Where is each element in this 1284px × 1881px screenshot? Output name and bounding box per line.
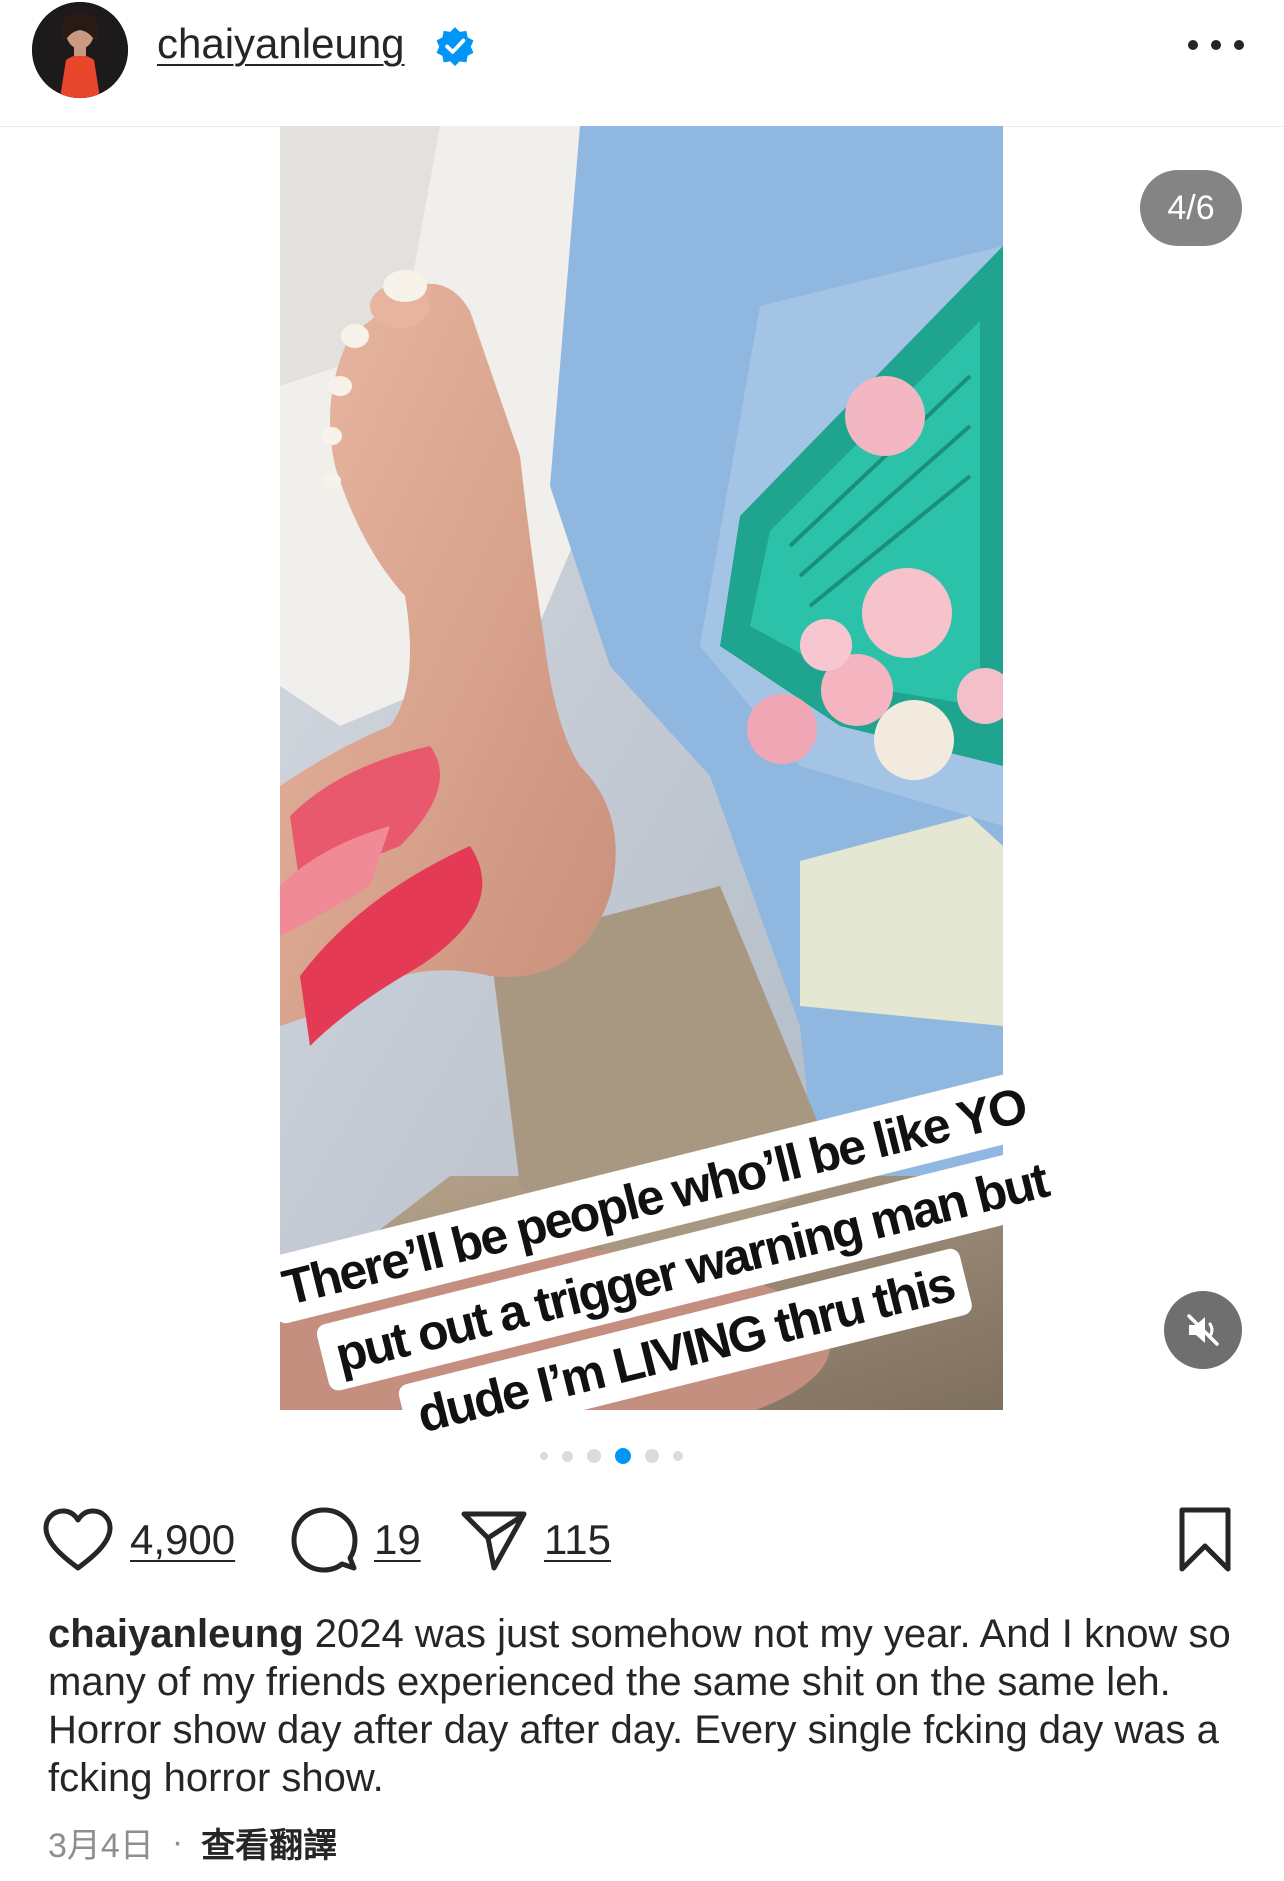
post-meta: 3月4日 · 查看翻譯: [48, 1818, 337, 1867]
more-options-button[interactable]: [1188, 30, 1244, 60]
speaker-muted-icon: [1187, 1314, 1219, 1346]
comment-button[interactable]: 19: [290, 1500, 421, 1580]
save-button[interactable]: [1176, 1500, 1234, 1580]
post-date: 3月4日: [48, 1827, 154, 1865]
carousel-dot[interactable]: [562, 1450, 573, 1462]
carousel-dot[interactable]: [673, 1451, 683, 1461]
post-author-username[interactable]: chaiyanleung: [157, 20, 405, 68]
bookmark-icon: [1179, 1507, 1231, 1572]
comment-count[interactable]: 19: [374, 1516, 421, 1564]
like-count[interactable]: 4,900: [130, 1516, 235, 1564]
more-horizontal-icon: [1188, 40, 1198, 50]
carousel-dot[interactable]: [540, 1452, 548, 1460]
carousel-counter: 4/6: [1140, 170, 1242, 246]
mute-button[interactable]: [1164, 1291, 1242, 1369]
carousel-dot[interactable]: [587, 1449, 601, 1463]
avatar[interactable]: [32, 2, 128, 98]
post-actions-bar: 4,900 19 115: [0, 1500, 1284, 1580]
carousel-dot[interactable]: [645, 1449, 659, 1463]
post-caption: chaiyanleung 2024 was just somehow not m…: [48, 1610, 1238, 1802]
verified-badge-icon: [436, 27, 474, 66]
see-translation-link[interactable]: 查看翻譯: [201, 1818, 337, 1867]
like-button[interactable]: 4,900: [42, 1500, 235, 1580]
meta-separator: ·: [171, 1823, 184, 1861]
carousel-indicator: [540, 1448, 720, 1464]
share-button[interactable]: 115: [460, 1500, 611, 1580]
share-count[interactable]: 115: [544, 1516, 611, 1564]
avatar-image: [32, 2, 128, 98]
comment-bubble-icon: [291, 1507, 358, 1573]
send-paper-plane-icon: [461, 1511, 527, 1571]
carousel-dot-active[interactable]: [615, 1448, 631, 1464]
caption-username[interactable]: chaiyanleung: [48, 1612, 304, 1656]
heart-icon: [43, 1508, 113, 1571]
post-header: chaiyanleung: [0, 0, 1284, 127]
